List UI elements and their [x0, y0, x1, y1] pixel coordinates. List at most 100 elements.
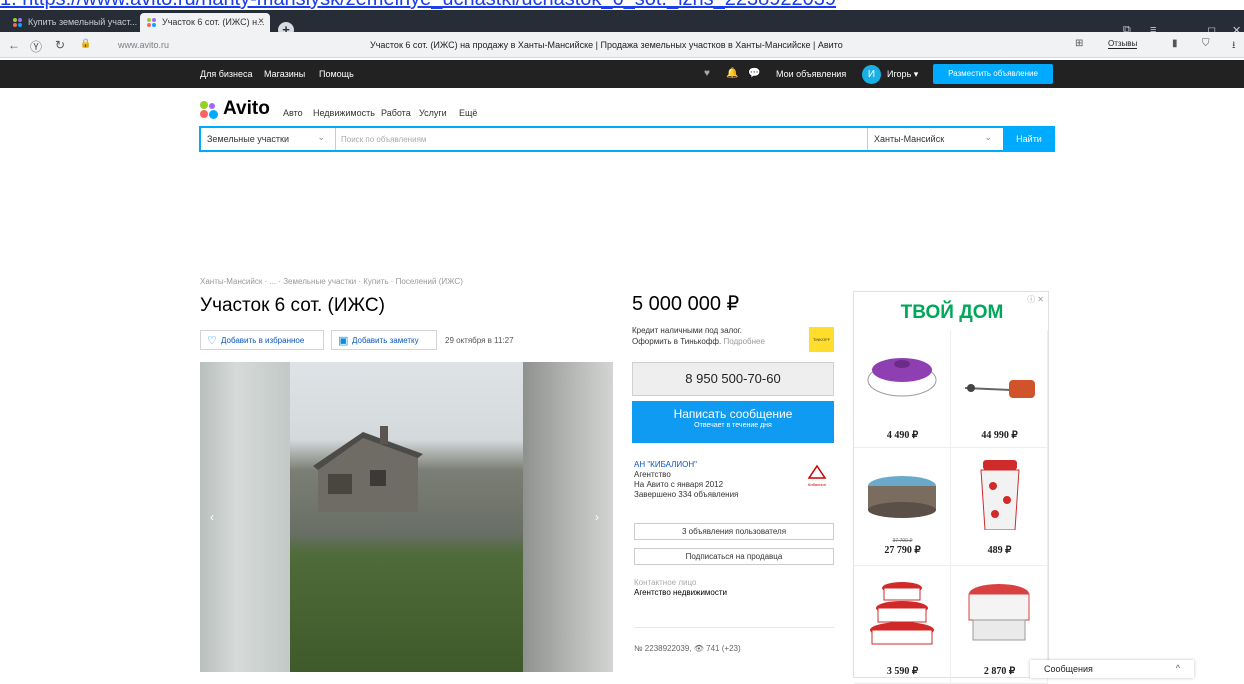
item-meta: № 2238922039, 👁 741 (+23) — [634, 644, 741, 653]
ad-product[interactable]: 44 990 ₽ — [951, 330, 1048, 448]
chat-icon[interactable]: 💬 — [748, 68, 760, 79]
avito-favicon — [13, 18, 22, 27]
ad-product[interactable]: 37 790 ₽ 27 790 ₽ — [854, 448, 951, 566]
tab-search[interactable]: Купить земельный участ... — [6, 13, 138, 32]
page-title: Участок 6 сот. (ИЖС) — [200, 295, 385, 316]
gallery-prev-icon[interactable]: ‹ — [210, 510, 214, 524]
nav-help-link[interactable]: Помощь — [319, 69, 354, 79]
close-tab-icon[interactable]: × — [258, 16, 264, 27]
site-top-nav: Для бизнеса Магазины Помощь ♥ 🔔 💬 Мои об… — [0, 60, 1244, 88]
chevron-down-icon: ⌄ — [317, 132, 325, 142]
download-icon[interactable]: ⭳ — [1232, 38, 1236, 55]
seller-type: Агентство — [634, 470, 671, 479]
extensions-icon[interactable]: ⊞ — [1075, 38, 1083, 49]
tab-label: Участок 6 сот. (ИЖС) н... — [162, 17, 265, 27]
category-auto[interactable]: Авто — [283, 108, 303, 118]
ad-price: 4 490 ₽ — [886, 430, 919, 441]
category-more[interactable]: Ещё — [459, 108, 477, 118]
ad-brand: ТВОЙ ДОМ — [900, 302, 1004, 323]
credit-line1: Кредит наличными под залог. — [632, 326, 742, 335]
ad-product[interactable]: 4 490 ₽ — [854, 330, 951, 448]
nav-business-link[interactable]: Для бизнеса — [200, 69, 253, 79]
phone-button[interactable]: 8 950 500-70-60 — [632, 362, 834, 396]
add-favorite-button[interactable]: ♡ Добавить в избранное — [200, 330, 324, 350]
container-product-image — [968, 584, 1030, 641]
logo-dots-icon — [200, 101, 220, 119]
breadcrumb[interactable]: Ханты-Мансийск · ... · Земельные участки… — [200, 277, 463, 286]
ad-old-price: 37 790 ₽ — [892, 538, 913, 544]
seller-completed: Завершено 334 объявления — [634, 490, 739, 499]
listing-date: 29 октября в 11:27 — [445, 336, 514, 345]
tab-listing[interactable]: Участок 6 сот. (ИЖС) н... × — [140, 13, 270, 32]
pool-product-image — [868, 476, 936, 518]
view-count: 741 (+23) — [706, 644, 741, 653]
listing-price: 5 000 000 ₽ — [632, 293, 740, 315]
reviews-button[interactable]: Отзывы — [1108, 39, 1138, 49]
trimmer-product-image — [964, 380, 1035, 398]
ad-close-icon[interactable]: ⓘ ✕ — [1027, 294, 1044, 305]
bowl-product-image — [867, 358, 937, 397]
user-menu[interactable]: Игорь ▾ — [887, 69, 918, 80]
category-realty[interactable]: Недвижимость — [313, 108, 375, 118]
tinkoff-logo[interactable]: TINKOFF — [809, 327, 834, 352]
subscribe-button[interactable]: Подписаться на продавца — [634, 548, 834, 565]
seller-info: АН "КИБАЛИОН" Агентство На Авито с январ… — [634, 460, 738, 500]
search-button[interactable]: Найти — [1003, 126, 1055, 152]
bell-icon[interactable]: 🔔 — [726, 68, 738, 79]
divider — [634, 627, 834, 628]
city-select-value: Ханты-Мансийск — [874, 134, 945, 144]
bookmark-icon[interactable]: ▮ — [1172, 38, 1178, 49]
eye-icon: 👁 — [693, 644, 704, 653]
ad-product[interactable]: 489 ₽ — [951, 448, 1048, 566]
mug-product-image — [980, 460, 1020, 530]
category-select[interactable]: Земельные участки ⌄ — [201, 128, 336, 150]
seller-logo-mark — [807, 464, 827, 479]
add-note-button[interactable]: ▣ Добавить заметку — [331, 330, 437, 350]
protect-icon[interactable]: ⛉ — [1202, 38, 1210, 49]
chevron-down-icon: ⌄ — [984, 132, 992, 142]
city-select[interactable]: Ханты-Мансийск ⌄ — [867, 128, 1002, 150]
ad-price: 489 ₽ — [987, 545, 1012, 556]
messages-label: Сообщения — [1044, 664, 1093, 674]
nav-shops-link[interactable]: Магазины — [264, 69, 305, 79]
category-services[interactable]: Услуги — [419, 108, 447, 118]
lock-icon: 🔒 — [80, 38, 92, 48]
category-jobs[interactable]: Работа — [381, 108, 411, 118]
user-name: Игорь — [887, 69, 912, 79]
write-message-button[interactable]: Написать сообщение Отвечает в течение дня — [632, 401, 834, 443]
search-input[interactable]: Поиск по объявлениям — [341, 128, 866, 150]
ad-banner[interactable]: ТВОЙ ДОМ ⓘ ✕ 4 490 ₽ 44 990 ₽ 37 790 ₽ 2… — [853, 291, 1049, 684]
yandex-icon[interactable]: Ⓨ — [30, 38, 42, 55]
credit-more-link[interactable]: Подробнее — [723, 337, 765, 346]
add-note-label: Добавить заметку — [352, 336, 419, 345]
url-caption: 1. https://www.avito.ru/hanty-mansiysk/z… — [0, 0, 1244, 10]
ad-product[interactable]: 3 590 ₽ — [854, 566, 951, 684]
ad-price: 27 790 ₽ — [884, 545, 921, 556]
avito-favicon — [147, 18, 156, 27]
ad-price: 3 590 ₽ — [886, 666, 919, 677]
reload-icon[interactable]: ↻ — [55, 38, 65, 52]
back-arrow-icon[interactable]: ← — [8, 38, 20, 52]
response-time-label: Отвечает в течение дня — [694, 422, 772, 429]
photo-gallery[interactable]: ‹ › — [200, 362, 613, 672]
messages-widget[interactable]: Сообщения ^ — [1030, 660, 1194, 678]
write-message-label: Написать сообщение — [673, 407, 793, 421]
post-ad-button[interactable]: Разместить объявление — [933, 64, 1053, 84]
chevron-up-icon[interactable]: ^ — [1176, 663, 1180, 673]
user-ads-button[interactable]: 3 объявления пользователя — [634, 523, 834, 540]
gallery-blur-right — [523, 362, 613, 672]
avatar[interactable]: И — [862, 65, 881, 84]
my-ads-link[interactable]: Мои объявления — [776, 69, 846, 79]
seller-name-link[interactable]: АН "КИБАЛИОН" — [634, 460, 697, 469]
seller-logo-text: Кибалион — [808, 482, 826, 487]
seller-logo[interactable]: Кибалион — [798, 464, 836, 491]
gallery-next-icon[interactable]: › — [595, 510, 599, 524]
heart-icon[interactable]: ♥ — [704, 68, 715, 79]
credit-offer[interactable]: Кредит наличными под залог. Оформить в Ти… — [632, 325, 765, 347]
url-caption-text[interactable]: 1. https://www.avito.ru/hanty-mansiysk/z… — [0, 0, 836, 10]
house-illustration — [313, 426, 423, 512]
url-host[interactable]: www.avito.ru — [118, 40, 169, 50]
listing-photo — [290, 362, 523, 672]
chevron-down-icon: ▾ — [913, 69, 919, 79]
page-title-bar: Участок 6 сот. (ИЖС) на продажу в Ханты-… — [370, 40, 843, 50]
